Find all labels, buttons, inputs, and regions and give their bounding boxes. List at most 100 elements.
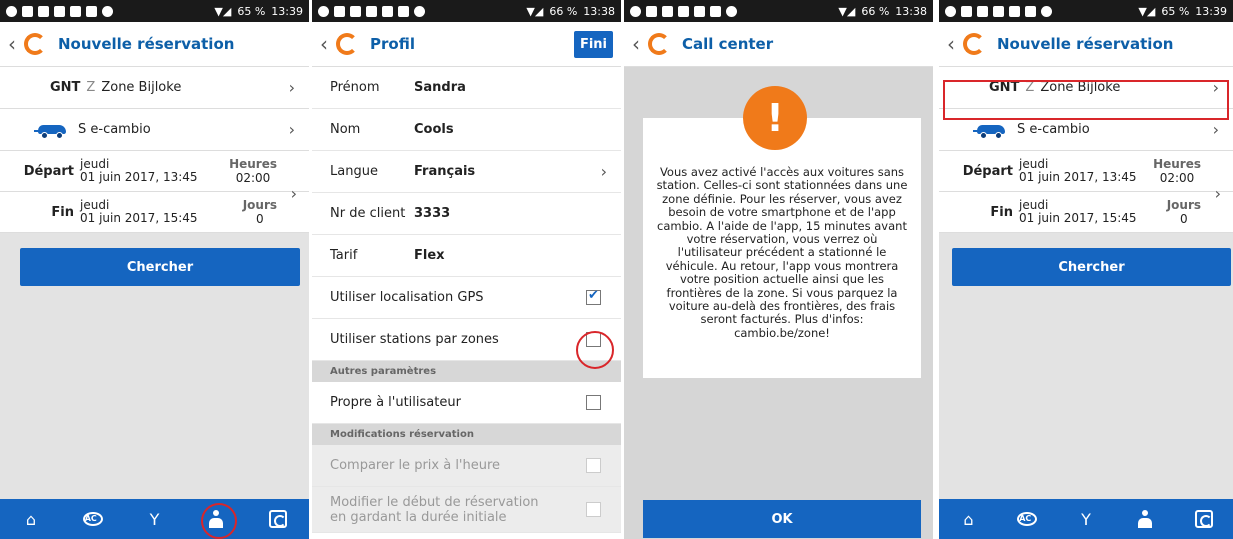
end-label: Fin (51, 204, 74, 220)
status-bar: ▼◢ 66 % 13:38 (312, 0, 621, 22)
field-label: Nr de client (330, 206, 406, 221)
page-title: Nouvelle réservation (997, 35, 1174, 53)
chevron-right-icon: › (1212, 120, 1219, 139)
notification-icon (382, 5, 393, 17)
signal-icon: ▼◢ (214, 4, 232, 18)
location-row[interactable]: GNT Z Zone Bijloke › (0, 67, 309, 109)
field-value: Flex (414, 248, 445, 263)
page-title: Nouvelle réservation (58, 35, 235, 53)
electric-car-icon (973, 121, 1007, 139)
back-icon[interactable]: ‹ (320, 32, 332, 56)
battery-level: 66 % (549, 4, 578, 18)
chevron-right-icon: › (290, 184, 297, 203)
modify-checkbox (586, 502, 601, 517)
gps-setting-row[interactable]: Utiliser localisation GPS (312, 277, 621, 319)
cambio-logo (963, 33, 985, 55)
compare-checkbox (586, 458, 601, 473)
zones-setting-row[interactable]: Utiliser stations par zones (312, 319, 621, 361)
notification-icon (646, 5, 657, 17)
departure-day: jeudi (1019, 157, 1049, 171)
field-label: Prénom (330, 80, 380, 95)
notification-icon (1025, 5, 1036, 17)
compare-label: Comparer le prix à l'heure (330, 458, 501, 473)
bottom-nav: ⌂ AC Y (0, 499, 309, 539)
app-bar: ‹ Nouvelle réservation (0, 22, 309, 67)
gps-checkbox[interactable] (586, 288, 601, 305)
notification-icon (366, 5, 377, 17)
filter-icon[interactable]: Y (1072, 505, 1100, 533)
notification-icon (662, 5, 673, 17)
end-row[interactable]: Fin jeudi 01 juin 2017, 15:45 Jours 0 › (0, 184, 309, 233)
notification-icon (694, 5, 705, 17)
compare-price-row: Comparer le prix à l'heure (312, 445, 621, 487)
notification-icon (38, 5, 49, 17)
gps-label: Utiliser localisation GPS (330, 290, 484, 305)
signal-icon: ▼◢ (526, 4, 544, 18)
end-date: 01 juin 2017, 15:45 (80, 211, 198, 225)
section-header-modifications: Modifications réservation (312, 424, 621, 445)
field-value: Cools (414, 122, 454, 137)
status-bar: ▼◢ 66 % 13:38 (624, 0, 933, 22)
clock: 13:39 (271, 4, 303, 18)
end-day: jeudi (1019, 198, 1049, 212)
car-name: S e-cambio (78, 122, 151, 137)
departure-row[interactable]: Départ jeudi 01 juin 2017, 13:45 Heures 02… (939, 151, 1233, 192)
status-bar: ▼◢ 65 % 13:39 (0, 0, 309, 22)
owner-setting-row[interactable]: Propre à l'utilisateur (312, 382, 621, 424)
days-value: 0 (1180, 212, 1188, 226)
modify-label: Modifier le début de réservation en gard… (330, 494, 539, 525)
notification-icon (54, 5, 65, 17)
chevron-right-icon: › (288, 78, 295, 97)
departure-row[interactable]: Départ jeudi 01 juin 2017, 13:45 Heures 02… (0, 151, 309, 192)
car-row[interactable]: S e-cambio › (0, 109, 309, 151)
highlight-circle (576, 331, 614, 369)
status-bar: ▼◢ 65 % 13:39 (939, 0, 1233, 22)
ac-icon[interactable]: AC (1017, 512, 1038, 526)
cambio-logo (24, 33, 46, 55)
hours-value: 02:00 (1159, 171, 1195, 185)
highlight-circle (201, 503, 237, 539)
search-button[interactable]: Chercher (20, 248, 300, 286)
days-value: 0 (256, 212, 264, 226)
app-bar: ‹ Nouvelle réservation (939, 22, 1233, 67)
end-label: Fin (990, 204, 1013, 220)
owner-checkbox[interactable] (586, 395, 601, 410)
cambio-icon[interactable] (264, 505, 292, 533)
back-icon[interactable]: ‹ (632, 32, 644, 56)
notification-icon (1009, 5, 1020, 17)
departure-label: Départ (23, 163, 74, 179)
messenger-icon (945, 5, 956, 17)
back-icon[interactable]: ‹ (947, 32, 959, 56)
warning-icon: ! (743, 86, 807, 150)
cambio-icon[interactable] (1190, 505, 1218, 533)
ok-button[interactable]: OK (643, 500, 921, 538)
notification-icon (993, 5, 1004, 17)
done-button[interactable]: Fini (573, 30, 613, 58)
profile-row-language[interactable]: Langue Français › (312, 151, 621, 193)
chevron-right-icon: › (1214, 184, 1221, 203)
profile-row-client-number: Nr de client 3333 (312, 193, 621, 235)
profile-row-tariff: Tarif Flex (312, 235, 621, 277)
notification-icon (70, 5, 81, 17)
home-icon[interactable]: ⌂ (17, 505, 45, 533)
notification-icon (726, 5, 737, 17)
home-icon[interactable]: ⌂ (954, 505, 982, 533)
dialog-message: Vous avez activé l'accès aux voitures sa… (656, 165, 908, 340)
field-value: 3333 (414, 206, 451, 221)
field-value: Français (414, 164, 476, 179)
ac-icon[interactable]: AC (82, 512, 103, 526)
clock: 13:38 (583, 4, 615, 18)
search-button[interactable]: Chercher (952, 248, 1231, 286)
profile-icon[interactable] (1131, 505, 1159, 533)
info-dialog: Vous avez activé l'accès aux voitures sa… (643, 118, 921, 378)
owner-label: Propre à l'utilisateur (330, 395, 461, 410)
notification-icon (350, 5, 361, 17)
notification-icon (22, 5, 33, 17)
chevron-right-icon: › (600, 162, 607, 181)
filter-icon[interactable]: Y (140, 505, 168, 533)
notification-icon (102, 5, 113, 17)
chevron-right-icon: › (288, 120, 295, 139)
back-icon[interactable]: ‹ (8, 32, 20, 56)
end-row[interactable]: Fin jeudi 01 juin 2017, 15:45 Jours 0 › (939, 184, 1233, 233)
clock: 13:38 (895, 4, 927, 18)
